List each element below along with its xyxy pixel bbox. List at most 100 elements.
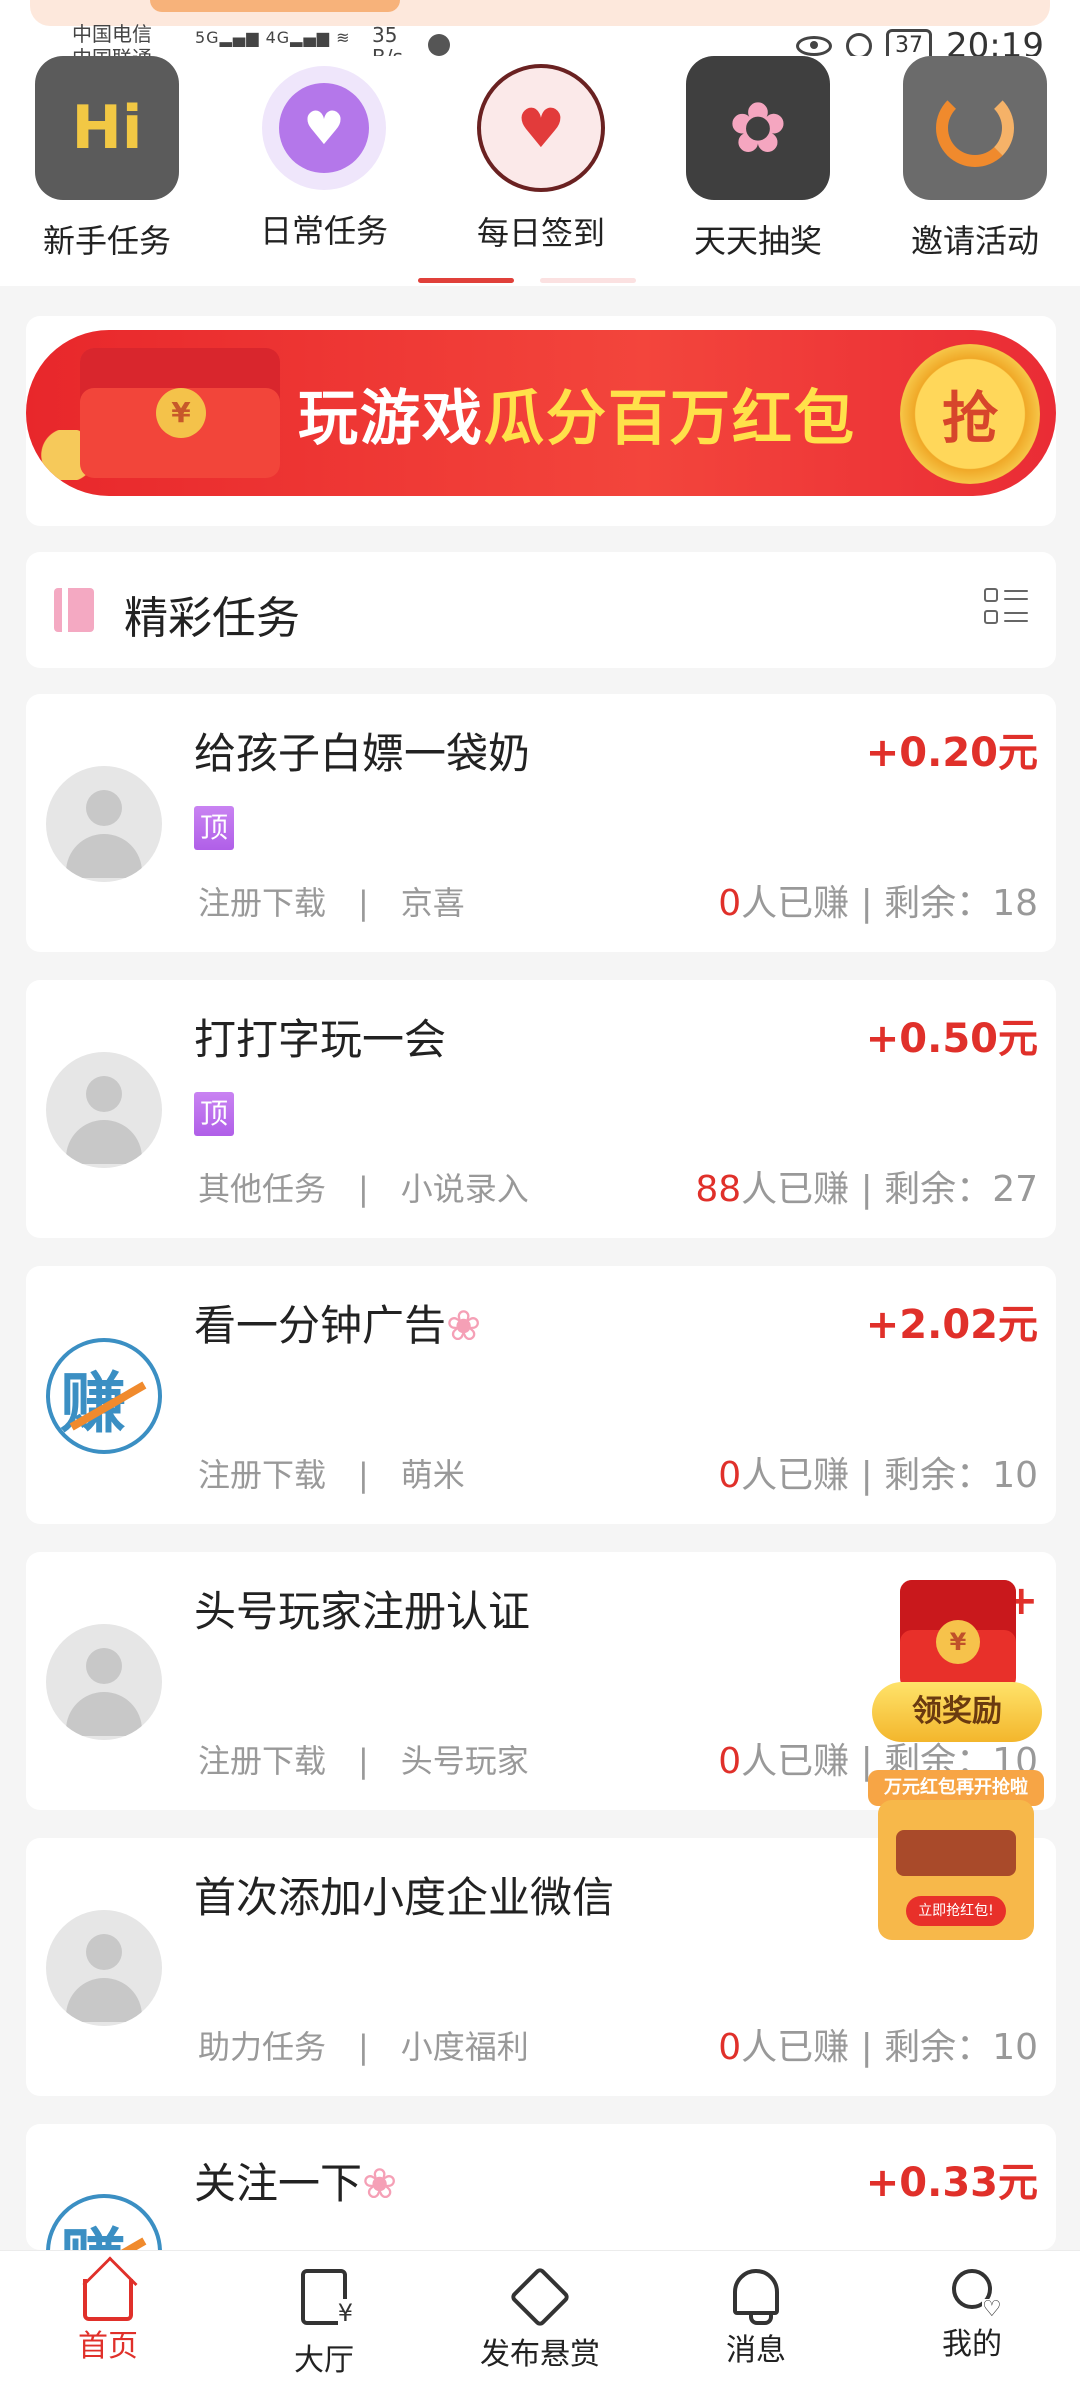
remain-label: 剩余： [884, 2027, 993, 2068]
task-stats: 0人已赚 | 剩余：10 [718, 2027, 1038, 2068]
machine-button: 立即抢红包! [906, 1896, 1006, 1926]
section-title: 精彩任务 [124, 593, 300, 644]
earned-suffix: 人已赚 [741, 1741, 850, 1782]
task-category: 注册下载 [198, 1742, 327, 1780]
earned-count: 0 [718, 1455, 742, 1496]
quick-daily-signin[interactable]: ♥ 每日签到 [451, 56, 631, 254]
earned-suffix: 人已赚 [741, 1169, 850, 1210]
grab-button[interactable]: 抢 [900, 344, 1040, 484]
earned-count: 0 [718, 883, 742, 924]
task-meta: 注册下载 | 萌米 [198, 1456, 465, 1494]
earned-suffix: 人已赚 [741, 2027, 850, 2068]
eye-icon [796, 36, 833, 56]
banner-text: 玩游戏瓜分百万红包 [298, 370, 856, 457]
bell-icon [733, 2269, 779, 2325]
nav-hall[interactable]: 大厅 [244, 2269, 404, 2379]
quick-label: 每日签到 [476, 214, 605, 252]
flower-icon: ❀ [446, 1301, 482, 1350]
task-title: 打打字玩一会 [194, 1015, 447, 1064]
remain-count: 18 [992, 883, 1038, 924]
task-title: 关注一下❀ [194, 2150, 397, 2211]
task-card[interactable]: 赚 看一分钟广告❀ +2.02元 注册下载 | 萌米 0人已赚 | 剩余：10 [26, 1266, 1056, 1524]
avatar [46, 766, 162, 882]
hi-icon: Hi [35, 56, 179, 200]
task-meta: 助力任务 | 小度福利 [198, 2028, 529, 2066]
hall-icon [301, 2269, 353, 2327]
task-card[interactable]: 打打字玩一会 顶 +0.50元 其他任务 | 小说录入 88人已赚 | 剩余：27 [26, 980, 1056, 1238]
avatar [46, 1624, 162, 1740]
task-reward: +0.50元 [865, 1016, 1038, 1062]
nav-me[interactable]: 我的 [892, 2269, 1052, 2363]
remain-count: 27 [992, 1169, 1038, 1210]
health-icon [428, 34, 450, 56]
top-badge: 顶 [194, 1092, 234, 1136]
yuan-coin-icon: ¥ [156, 388, 206, 438]
task-reward: +2.02元 [865, 1302, 1038, 1348]
quick-invite[interactable]: 邀请活动 [885, 56, 1065, 262]
nav-label: 首页 [78, 2329, 138, 2364]
task-meta: 注册下载 | 京喜 [198, 884, 465, 922]
task-card[interactable]: 给孩子白嫖一袋奶 顶 +0.20元 注册下载 | 京喜 0人已赚 | 剩余：18 [26, 694, 1056, 952]
quick-label: 新手任务 [42, 222, 171, 260]
task-category: 其他任务 [198, 1170, 327, 1208]
promo-banner[interactable]: ¥ 玩游戏瓜分百万红包 抢 [26, 330, 1056, 496]
earned-suffix: 人已赚 [741, 1455, 850, 1496]
task-merchant: 萌米 [400, 1456, 465, 1494]
floating-lucky-machine[interactable]: 万元红包再开抢啦 立即抢红包! [868, 1770, 1044, 1952]
quick-label: 邀请活动 [910, 222, 1039, 260]
task-stats: 88人已赚 | 剩余：27 [695, 1169, 1038, 1210]
remain-label: 剩余： [884, 883, 993, 924]
floating-reward-button[interactable]: ¥ 领奖励 [872, 1570, 1042, 1750]
nav-label: 我的 [942, 2327, 1002, 2362]
ring-icon [903, 56, 1047, 200]
nav-label: 发布悬赏 [480, 2337, 600, 2372]
nav-home[interactable]: 首页 [28, 2269, 188, 2365]
zhuan-logo-avatar: 赚 [46, 2194, 162, 2250]
bookmark-icon [54, 588, 94, 632]
zhuan-logo-avatar: 赚 [46, 1338, 162, 1454]
avatar [46, 1910, 162, 2026]
diamond-icon [508, 2265, 572, 2329]
quick-label: 日常任务 [259, 212, 388, 250]
earned-suffix: 人已赚 [741, 883, 850, 924]
task-merchant: 小说录入 [400, 1170, 529, 1208]
task-card[interactable]: 赚 关注一下❀ +0.33元 [26, 2124, 1056, 2250]
remain-label: 剩余： [884, 1169, 993, 1210]
top-banner-strip[interactable] [30, 0, 1050, 26]
nav-label: 消息 [726, 2333, 786, 2368]
machine-screen [896, 1830, 1016, 1876]
top-badge: 顶 [194, 806, 234, 850]
task-merchant: 小度福利 [400, 2028, 529, 2066]
flower-icon: ❀ [362, 2159, 398, 2208]
task-title-text: 看一分钟广告 [194, 1301, 447, 1350]
task-title: 给孩子白嫖一袋奶 [194, 729, 531, 778]
task-category: 注册下载 [198, 1456, 327, 1494]
bottom-nav: 首页 大厅 发布悬赏 消息 我的 [0, 2250, 1080, 2400]
quick-daily-task[interactable]: ♥ 日常任务 [234, 56, 414, 252]
task-stats: 0人已赚 | 剩余：10 [718, 1455, 1038, 1496]
nav-messages[interactable]: 消息 [676, 2269, 836, 2369]
quick-newbie-task[interactable]: Hi 新手任务 [17, 56, 197, 262]
quick-label: 天天抽奖 [693, 222, 822, 260]
pinwheel-icon: ✿ [686, 56, 830, 200]
earned-count: 88 [695, 1169, 742, 1210]
list-view-icon[interactable] [984, 588, 1028, 632]
home-icon [83, 2279, 133, 2321]
earned-count: 0 [718, 1741, 742, 1782]
yuan-coin-icon: ¥ [936, 1620, 980, 1664]
remain-label: 剩余： [884, 1455, 993, 1496]
task-title: 头号玩家注册认证 [194, 1587, 531, 1636]
task-title-text: 关注一下 [194, 2159, 363, 2208]
slot-machine-icon: 立即抢红包! [878, 1800, 1034, 1940]
quick-lottery[interactable]: ✿ 天天抽奖 [668, 56, 848, 262]
banner-text-highlight: 瓜分百万红包 [484, 384, 856, 454]
remain-count: 10 [992, 2027, 1038, 2068]
active-tab-indicator [418, 278, 514, 283]
task-meta: 注册下载 | 头号玩家 [198, 1742, 529, 1780]
earned-count: 0 [718, 2027, 742, 2068]
nav-publish-bounty[interactable]: 发布悬赏 [460, 2265, 620, 2373]
task-merchant: 京喜 [400, 884, 465, 922]
nav-label: 大厅 [294, 2343, 354, 2378]
remain-count: 10 [992, 1455, 1038, 1496]
red-envelope-icon: ¥ [900, 1580, 1016, 1690]
